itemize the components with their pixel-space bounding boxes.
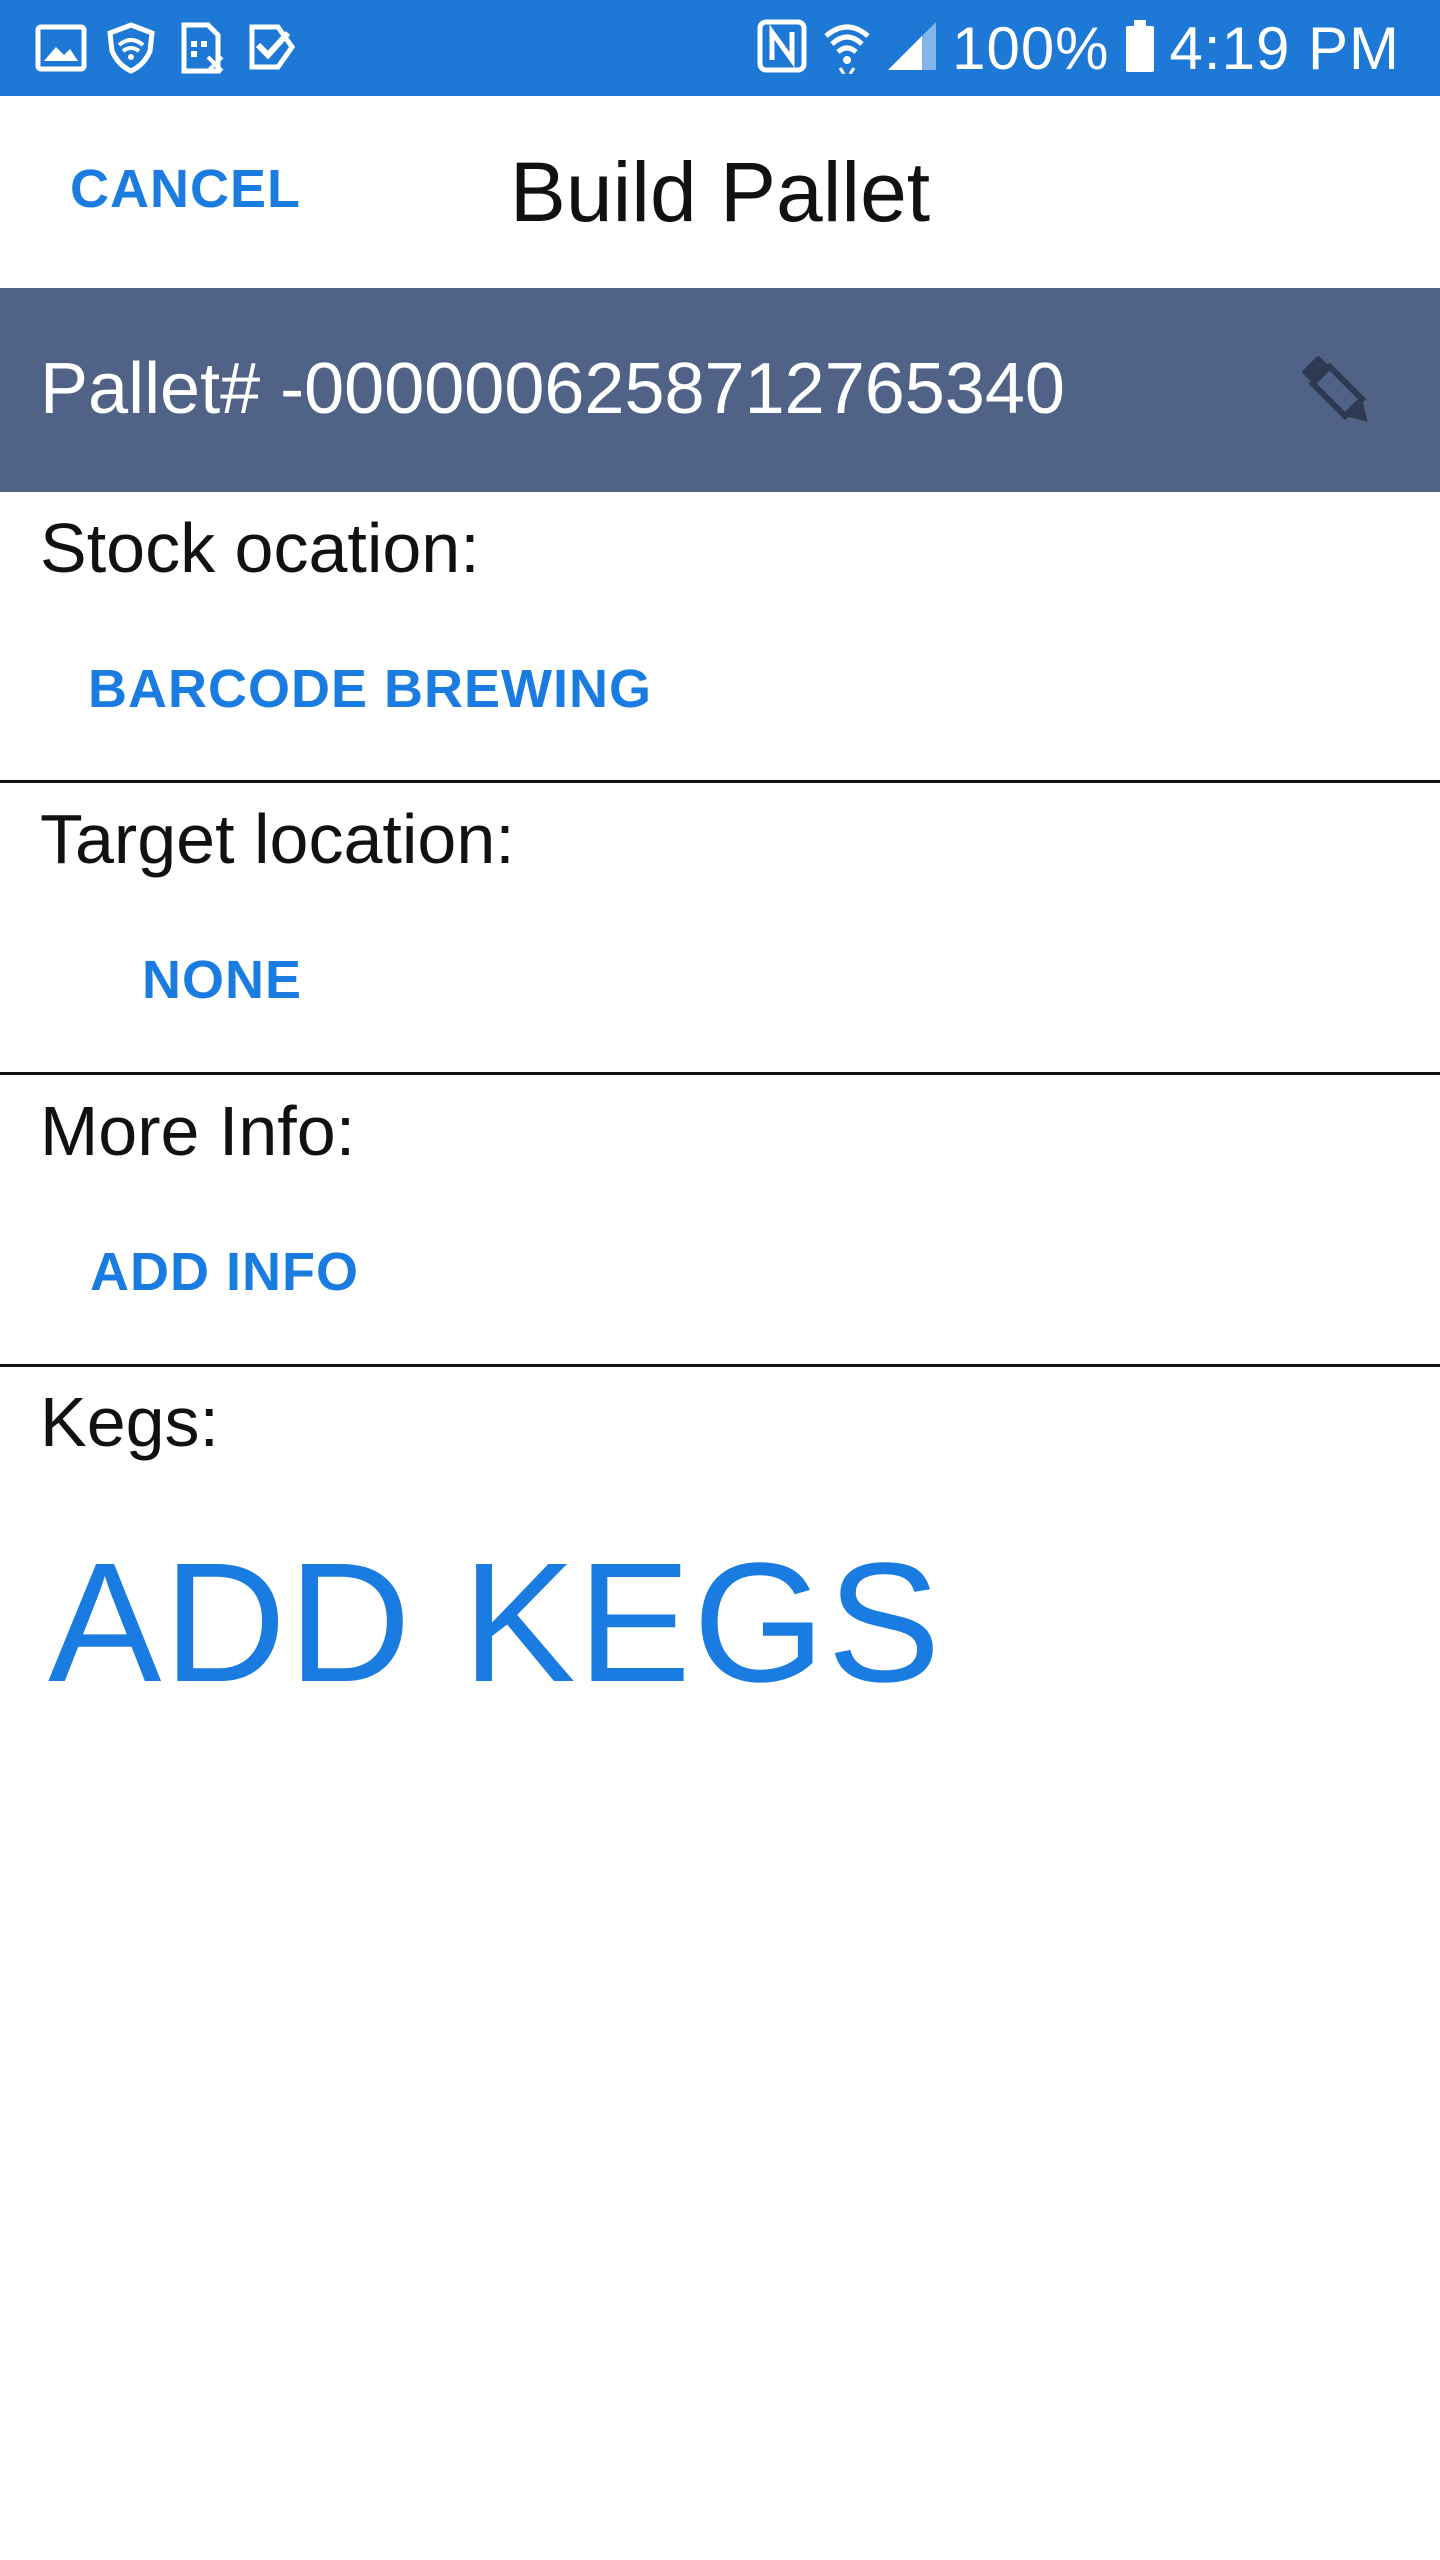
notification-icons [34, 18, 314, 78]
check-icon [244, 21, 298, 75]
system-status: 100% 4:19 PM [742, 0, 1400, 96]
add-info-button[interactable]: ADD INFO [90, 1241, 359, 1303]
stock-location-label: Stock ocation: [40, 509, 480, 587]
stock-location-button[interactable]: BARCODE BREWING [88, 658, 652, 720]
status-bar: 100% 4:19 PM [0, 0, 1440, 96]
add-kegs-button[interactable]: ADD KEGS [48, 1525, 943, 1721]
pencil-icon[interactable] [1290, 344, 1386, 440]
target-location-label: Target location: [40, 800, 515, 878]
wifi-icon [822, 18, 872, 79]
target-location-section: Target location: NONE [0, 783, 1440, 1075]
more-info-section: More Info: ADD INFO [0, 1075, 1440, 1367]
sim-icon [174, 21, 228, 75]
target-location-button[interactable]: NONE [142, 949, 302, 1011]
pallet-number: Pallet# -0000006258712765340 [40, 349, 1065, 429]
more-info-label: More Info: [40, 1092, 356, 1170]
toolbar: Build Pallet CANCEL [0, 96, 1440, 288]
kegs-label: Kegs: [40, 1383, 219, 1461]
vpn-shield-icon [104, 21, 158, 75]
signal-icon [886, 20, 938, 77]
clock: 4:19 PM [1169, 14, 1400, 82]
cancel-button[interactable]: CANCEL [70, 158, 301, 220]
gallery-icon [34, 21, 88, 75]
nfc-icon [756, 18, 808, 79]
battery-percent: 100% [952, 14, 1110, 82]
stock-location-section: Stock ocation: BARCODE BREWING [0, 492, 1440, 783]
pallet-header: Pallet# -0000006258712765340 [0, 288, 1440, 492]
battery-icon [1124, 19, 1156, 77]
